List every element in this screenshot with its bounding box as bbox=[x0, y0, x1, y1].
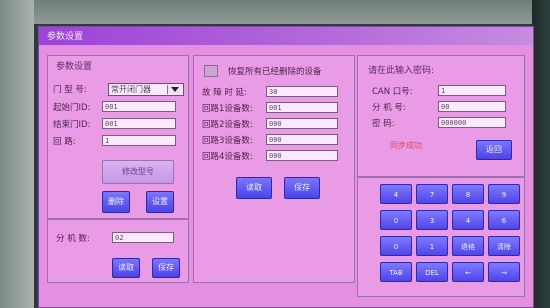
keypad-panel: 4 7 8 9 0 3 4 6 0 1 退格 清除 TAB DEL ← → bbox=[357, 177, 525, 297]
monitor-bezel-left bbox=[0, 0, 34, 308]
password-panel: 请在此输入密码: CAN 口号: 1 分 机 号: 00 密 码: 000000… bbox=[357, 55, 525, 177]
extension-panel: 分 机 数: 02 读取 保存 bbox=[47, 219, 189, 283]
loop1-device-count-label: 回路1设备数: bbox=[202, 104, 253, 114]
keypad-backspace-key[interactable]: 退格 bbox=[452, 236, 484, 256]
password-label: 密 码: bbox=[372, 119, 395, 129]
chevron-down-icon[interactable] bbox=[167, 85, 182, 94]
extension-number-label: 分 机 号: bbox=[372, 103, 406, 113]
keypad-key-3[interactable]: 3 bbox=[416, 210, 448, 230]
delete-button[interactable]: 删除 bbox=[102, 191, 130, 213]
start-id-input[interactable]: 001 bbox=[102, 101, 176, 112]
restore-deleted-label: 恢复所有已经删除的设备 bbox=[228, 67, 322, 77]
loop1-device-count-input[interactable]: 001 bbox=[266, 102, 338, 113]
start-id-label: 起始门ID: bbox=[53, 103, 91, 113]
keypad-key-0b[interactable]: 0 bbox=[380, 236, 412, 256]
device-panel: 恢复所有已经删除的设备 故 障 时 延: 30 回路1设备数: 001 回路2设… bbox=[193, 55, 355, 283]
end-id-input[interactable]: 001 bbox=[102, 118, 176, 129]
can-port-label: CAN 口号: bbox=[372, 87, 413, 97]
loop3-device-count-label: 回路3设备数: bbox=[202, 136, 253, 146]
extension-save-button[interactable]: 保存 bbox=[152, 258, 180, 278]
loop4-device-count-label: 回路4设备数: bbox=[202, 152, 253, 162]
sync-status-text: 同步成功 bbox=[390, 141, 422, 150]
keypad-delete-key[interactable]: DEL bbox=[416, 262, 448, 282]
can-port-input[interactable]: 1 bbox=[438, 85, 506, 96]
extension-number-input[interactable]: 00 bbox=[438, 101, 506, 112]
parameter-panel: 参数设置 门 型 号: 常开闭门器 起始门ID: 001 结束门ID: 001 … bbox=[47, 55, 189, 219]
loop3-device-count-input[interactable]: 000 bbox=[266, 134, 338, 145]
fault-delay-input[interactable]: 30 bbox=[266, 86, 338, 97]
keypad-left-arrow-key[interactable]: ← bbox=[452, 262, 484, 282]
devices-read-button[interactable]: 读取 bbox=[236, 177, 272, 199]
keypad-key-1[interactable]: 1 bbox=[416, 236, 448, 256]
loop-label: 回 路: bbox=[53, 137, 76, 147]
extension-count-input[interactable]: 02 bbox=[112, 232, 174, 243]
loop2-device-count-label: 回路2设备数: bbox=[202, 120, 253, 130]
keypad-key-8[interactable]: 8 bbox=[452, 184, 484, 204]
keypad-key-9[interactable]: 9 bbox=[488, 184, 520, 204]
password-input[interactable]: 000000 bbox=[438, 117, 506, 128]
parameter-settings-window: 参数设置 参数设置 门 型 号: 常开闭门器 起始门ID: 001 结束门ID:… bbox=[38, 26, 534, 308]
keypad-key-4[interactable]: 4 bbox=[380, 184, 412, 204]
keypad-tab-key[interactable]: TAB bbox=[380, 262, 412, 282]
door-type-value: 常开闭门器 bbox=[111, 85, 151, 94]
extension-count-label: 分 机 数: bbox=[56, 234, 90, 244]
keypad-right-arrow-key[interactable]: → bbox=[488, 262, 520, 282]
keypad-key-7[interactable]: 7 bbox=[416, 184, 448, 204]
monitor-bezel-top bbox=[0, 0, 550, 24]
parameter-panel-title: 参数设置 bbox=[56, 62, 93, 72]
window-title: 参数设置 bbox=[47, 32, 84, 42]
keypad-clear-key[interactable]: 清除 bbox=[488, 236, 520, 256]
door-type-label: 门 型 号: bbox=[53, 85, 87, 95]
end-id-label: 结束门ID: bbox=[53, 120, 91, 130]
restore-deleted-checkbox[interactable] bbox=[204, 65, 218, 77]
loop-input[interactable]: 1 bbox=[102, 135, 176, 146]
fault-delay-label: 故 障 时 延: bbox=[202, 88, 247, 98]
modify-model-button[interactable]: 修改型号 bbox=[102, 160, 174, 184]
monitor-bezel-right bbox=[532, 0, 550, 308]
extension-read-button[interactable]: 读取 bbox=[112, 258, 140, 278]
keypad-key-0[interactable]: 0 bbox=[380, 210, 412, 230]
loop2-device-count-input[interactable]: 000 bbox=[266, 118, 338, 129]
back-button[interactable]: 返回 bbox=[476, 140, 512, 160]
password-panel-title: 请在此输入密码: bbox=[368, 66, 435, 76]
door-type-select[interactable]: 常开闭门器 bbox=[108, 83, 184, 96]
loop4-device-count-input[interactable]: 000 bbox=[266, 150, 338, 161]
devices-save-button[interactable]: 保存 bbox=[284, 177, 320, 199]
keypad-key-4b[interactable]: 4 bbox=[452, 210, 484, 230]
window-titlebar: 参数设置 bbox=[39, 27, 533, 45]
setup-button[interactable]: 设置 bbox=[146, 191, 174, 213]
keypad-key-6[interactable]: 6 bbox=[488, 210, 520, 230]
